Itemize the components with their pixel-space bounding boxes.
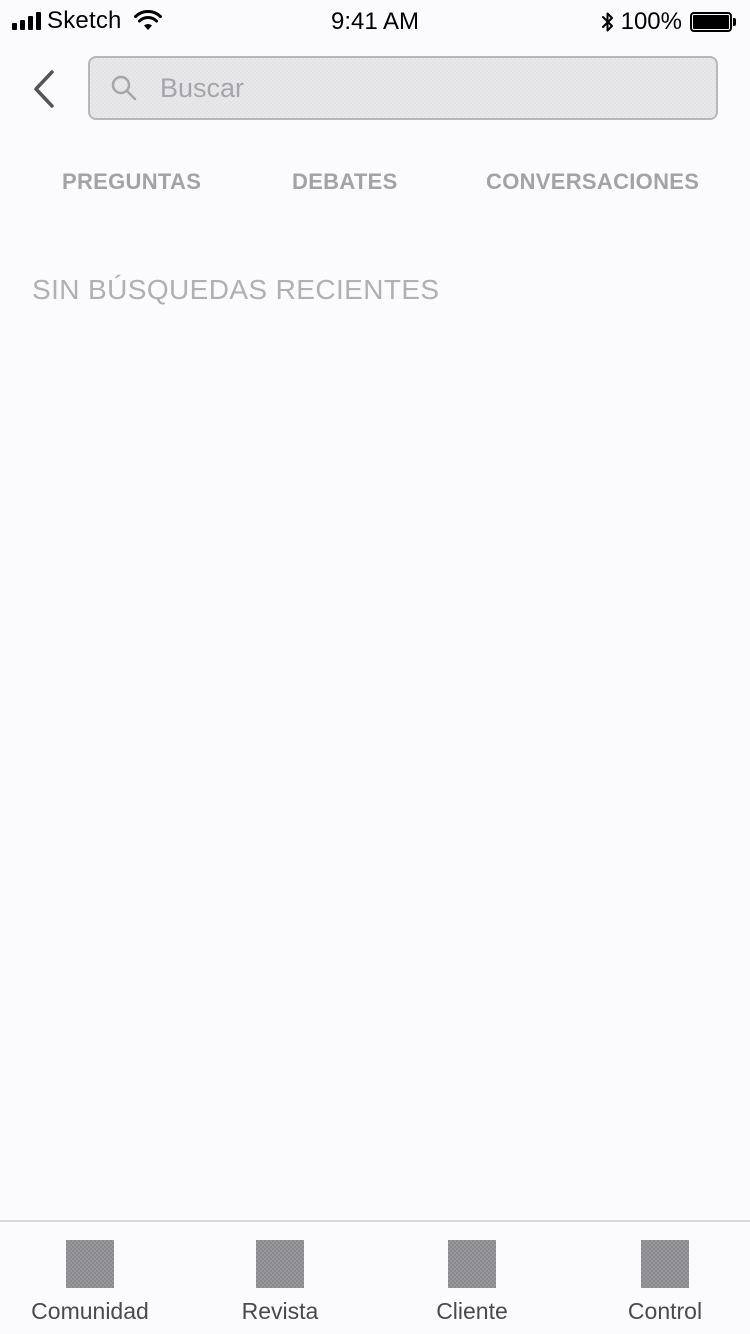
control-icon — [641, 1240, 689, 1288]
tab-bar-item-revista[interactable]: Revista — [230, 1222, 330, 1334]
tab-bar-item-comunidad[interactable]: Comunidad — [20, 1222, 160, 1334]
tab-bar-item-cliente[interactable]: Cliente — [422, 1222, 522, 1334]
battery-fill — [693, 15, 729, 29]
status-bar-right: 100% — [601, 8, 736, 36]
bottom-tab-bar: Comunidad Revista Cliente Control — [0, 1220, 750, 1334]
tab-bar-item-control[interactable]: Control — [615, 1222, 715, 1334]
tab-bar-label: Cliente — [436, 1298, 508, 1324]
back-button[interactable] — [22, 64, 66, 114]
chevron-left-icon — [34, 70, 54, 108]
revista-icon — [256, 1240, 304, 1288]
tab-debates[interactable]: DEBATES — [292, 162, 398, 202]
battery-icon — [690, 12, 736, 32]
search-bar[interactable] — [88, 56, 718, 120]
empty-state-message: SIN BÚSQUEDAS RECIENTES — [32, 274, 440, 305]
search-screen: Sketch 9:41 AM 100% Buscar PREGUNTAS DEB… — [0, 0, 750, 1334]
bluetooth-icon — [601, 12, 613, 32]
tab-preguntas[interactable]: PREGUNTAS — [62, 162, 201, 202]
battery-percent: 100% — [620, 8, 682, 35]
tab-bar-label: Revista — [241, 1298, 319, 1324]
search-icon — [111, 75, 137, 101]
search-tabs: PREGUNTAS DEBATES CONVERSACIONES — [0, 162, 750, 202]
status-bar: Sketch 9:41 AM 100% — [0, 0, 750, 42]
tab-bar-label: Control — [627, 1298, 703, 1324]
tab-bar-label: Comunidad — [31, 1298, 149, 1324]
comunidad-icon — [66, 1240, 114, 1288]
tab-conversaciones[interactable]: CONVERSACIONES — [486, 162, 699, 202]
search-input[interactable] — [160, 68, 680, 108]
cliente-icon — [448, 1240, 496, 1288]
